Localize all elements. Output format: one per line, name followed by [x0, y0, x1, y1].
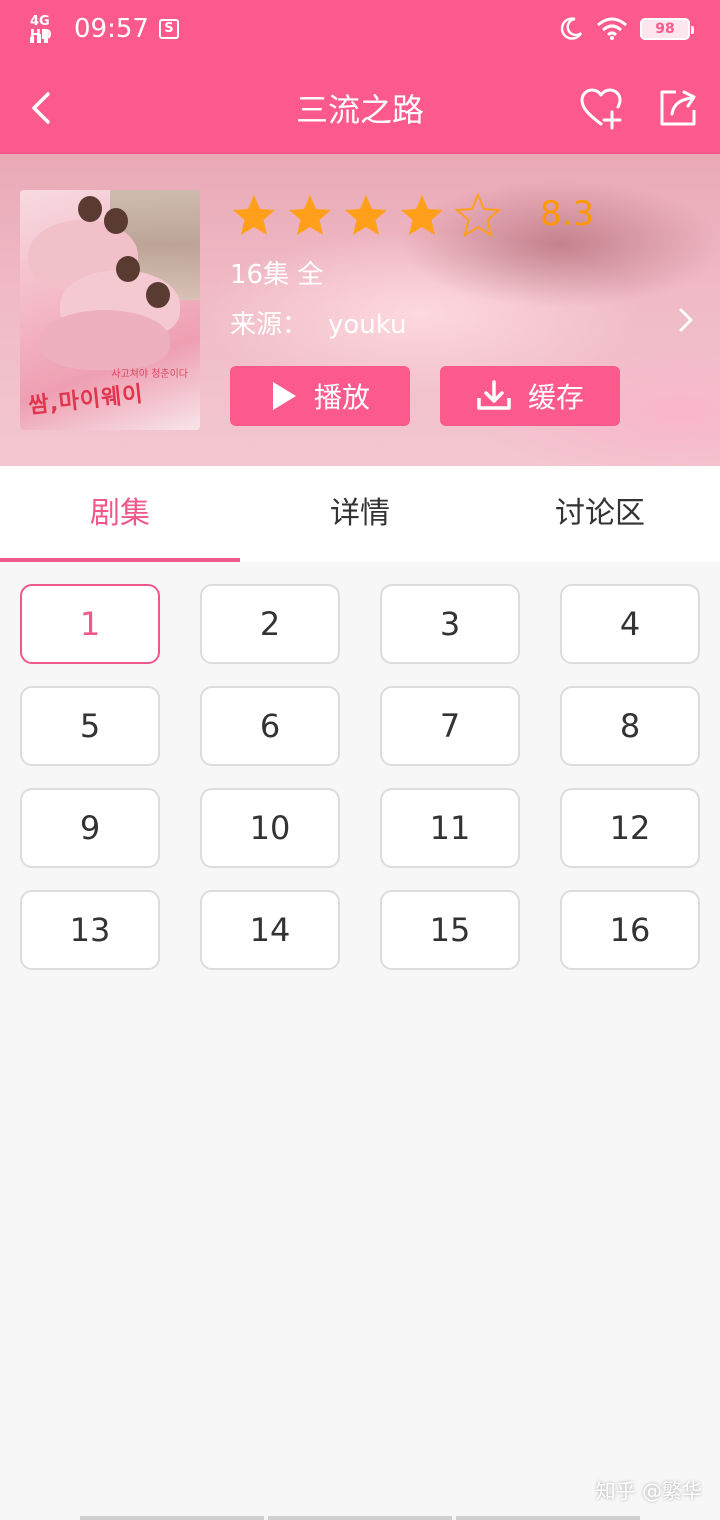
- poster-figure: [40, 310, 170, 370]
- cache-label: 缓存: [527, 381, 584, 414]
- watermark: 知乎 @繁华: [595, 1479, 702, 1503]
- bottom-divider: [80, 1516, 640, 1520]
- episode-button[interactable]: 14: [200, 890, 340, 970]
- episode-button[interactable]: 3: [380, 584, 520, 664]
- episode-button[interactable]: 6: [200, 686, 340, 766]
- tab-discussion[interactable]: 讨论区: [480, 466, 720, 562]
- show-poster[interactable]: 사고쳐야 청춘이다 쌈,마이웨이: [20, 190, 200, 430]
- source-info[interactable]: 来源： youku: [230, 304, 407, 341]
- download-icon: [477, 380, 511, 410]
- episode-button[interactable]: 4: [560, 584, 700, 664]
- poster-face: [116, 256, 140, 282]
- status-bar: 4G HD 09:57 S 98: [0, 0, 720, 66]
- play-icon: [272, 382, 296, 410]
- battery-level: 98: [655, 21, 675, 37]
- episode-button[interactable]: 7: [380, 686, 520, 766]
- share-icon: [660, 90, 696, 126]
- star-filled-icon: [289, 195, 331, 235]
- status-left: 4G HD 09:57 S: [30, 14, 179, 44]
- moon-icon: [560, 17, 583, 40]
- episode-button[interactable]: 13: [20, 890, 160, 970]
- heart-plus-icon: [580, 88, 622, 130]
- episode-button[interactable]: 11: [380, 788, 520, 868]
- tab-details[interactable]: 详情: [240, 466, 480, 562]
- rating-stars: [230, 192, 502, 240]
- tab-bar: 剧集 详情 讨论区: [0, 466, 720, 562]
- wifi-icon: [597, 17, 627, 40]
- signal-icon: [30, 31, 48, 43]
- episode-button[interactable]: 10: [200, 788, 340, 868]
- star-filled-icon: [233, 195, 275, 235]
- episode-grid: 1 2 3 4 5 6 7 8 9 10 11 12 13 14 15 16: [20, 584, 700, 970]
- episode-button[interactable]: 9: [20, 788, 160, 868]
- rating-score: 8.3: [540, 194, 595, 234]
- source-value: youku: [328, 310, 407, 340]
- cache-button[interactable]: 缓存: [440, 366, 620, 426]
- episode-button[interactable]: 8: [560, 686, 700, 766]
- episode-button[interactable]: 16: [560, 890, 700, 970]
- source-arrow-button[interactable]: [672, 304, 700, 336]
- episode-button[interactable]: 12: [560, 788, 700, 868]
- show-hero: 사고쳐야 청춘이다 쌈,마이웨이 8.3 16集 全 来源： youku 播放 缓…: [0, 154, 720, 466]
- episode-button[interactable]: 5: [20, 686, 160, 766]
- chevron-right-icon: [679, 308, 693, 332]
- poster-title: 쌈,마이웨이: [27, 382, 145, 419]
- status-right: 98: [558, 16, 694, 42]
- episode-button[interactable]: 1: [20, 584, 160, 664]
- tab-episodes[interactable]: 剧集: [0, 466, 240, 562]
- star-filled-icon: [401, 195, 443, 235]
- play-button[interactable]: 播放: [230, 366, 410, 426]
- poster-face: [104, 208, 128, 234]
- network-indicator: 4G HD: [30, 15, 64, 43]
- episode-count: 16集 全: [230, 260, 324, 290]
- share-button[interactable]: [656, 86, 700, 130]
- app-header: 三流之路: [0, 66, 720, 154]
- episode-button[interactable]: 15: [380, 890, 520, 970]
- play-label: 播放: [313, 381, 370, 414]
- favorite-button[interactable]: [578, 86, 624, 132]
- source-label: 来源：: [230, 310, 309, 340]
- sim-icon: S: [158, 19, 179, 39]
- battery-icon: 98: [640, 18, 694, 40]
- poster-face: [146, 282, 170, 308]
- poster-face: [78, 196, 102, 222]
- status-time: 09:57: [74, 14, 149, 44]
- episode-button[interactable]: 2: [200, 584, 340, 664]
- star-filled-icon: [345, 195, 387, 235]
- star-empty-icon: [454, 192, 502, 238]
